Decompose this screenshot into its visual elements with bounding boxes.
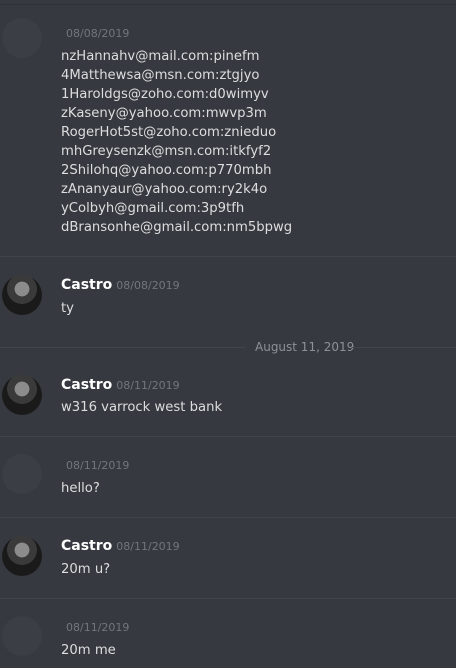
- message-timestamp: 08/11/2019: [66, 621, 130, 634]
- separator-line-right: [352, 347, 456, 348]
- avatar-placeholder: [2, 18, 42, 58]
- message-body: 20m me: [61, 643, 116, 658]
- avatar[interactable]: [2, 536, 42, 576]
- message-timestamp: 08/11/2019: [116, 540, 180, 553]
- message-line: zKaseny@yahoo.com:mwvp3m: [61, 106, 267, 121]
- top-divider: [0, 4, 456, 5]
- message-body: 20m u?: [61, 562, 111, 577]
- message-divider: [0, 256, 456, 257]
- message-body: ty: [61, 301, 74, 316]
- message-header: Castro 08/11/2019: [61, 377, 180, 393]
- separator-line-left: [0, 347, 245, 348]
- message-divider: [0, 517, 456, 518]
- message-line: 4Matthewsa@msn.com:ztgjyo: [61, 68, 260, 83]
- message-line: zAnanyaur@yahoo.com:ry2k4o: [61, 182, 268, 197]
- message-line: yColbyh@gmail.com:3p9tfh: [61, 201, 245, 216]
- message-timestamp: 08/08/2019: [66, 27, 130, 40]
- message-body: w316 varrock west bank: [61, 400, 223, 415]
- avatar-placeholder: [2, 454, 42, 494]
- message-line: RogerHot5st@zoho.com:znieduo: [61, 125, 277, 140]
- message-timestamp: 08/11/2019: [66, 459, 130, 472]
- message-timestamp: 08/11/2019: [116, 379, 180, 392]
- date-separator-label: August 11, 2019: [255, 340, 355, 354]
- message-line: 2Shilohq@yahoo.com:p770mbh: [61, 163, 272, 178]
- author-name[interactable]: Castro: [61, 538, 112, 554]
- date-separator: August 11, 2019: [0, 340, 456, 354]
- message-header: Castro 08/08/2019: [61, 277, 180, 293]
- avatar[interactable]: [2, 275, 42, 315]
- message-divider: [0, 436, 456, 437]
- message-divider: [0, 598, 456, 599]
- author-name[interactable]: Castro: [61, 377, 112, 393]
- message-line: mhGreysenzk@msn.com:itkfyf2: [61, 144, 272, 159]
- message-body: hello?: [61, 481, 100, 496]
- message-line: nzHannahv@mail.com:pinefm: [61, 49, 260, 64]
- message-line: dBransonhe@gmail.com:nm5bpwg: [61, 220, 293, 235]
- message-line: 1Haroldgs@zoho.com:d0wimyv: [61, 87, 269, 102]
- message-header: Castro 08/11/2019: [61, 538, 180, 554]
- message-timestamp: 08/08/2019: [116, 279, 180, 292]
- avatar[interactable]: [2, 375, 42, 415]
- author-name[interactable]: Castro: [61, 277, 112, 293]
- avatar-placeholder: [2, 616, 42, 656]
